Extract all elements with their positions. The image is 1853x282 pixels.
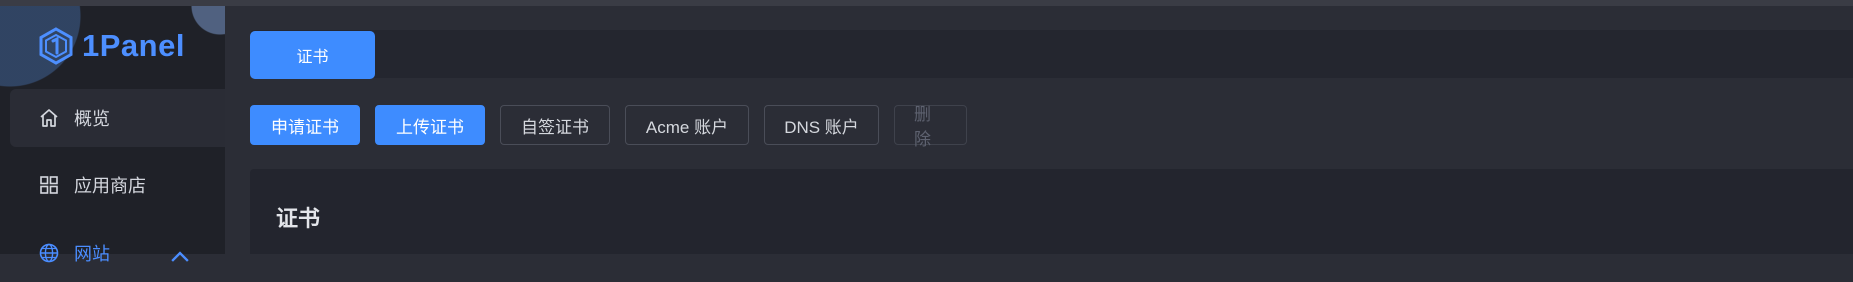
self-signed-certificate-button[interactable]: 自签证书 [500,105,610,145]
sidebar-item-overview[interactable]: 概览 [10,89,225,147]
main-content: 证书 申请证书 上传证书 自签证书 Acme 账户 DNS 账户 删除 证书 [225,6,1853,254]
apply-certificate-button[interactable]: 申请证书 [250,105,360,145]
card-title: 证书 [276,206,321,231]
delete-button: 删除 [894,105,967,149]
home-icon [40,109,58,127]
app-logo[interactable]: 1Panel [38,26,185,66]
sidebar-item-website[interactable]: 网站 [10,224,225,282]
logo-hexagon-icon [39,27,73,65]
dns-account-button[interactable]: DNS 账户 [764,105,879,145]
chevron-up-icon[interactable] [169,246,191,268]
sidebar-item-label: 应用商店 [74,176,146,196]
logo-text: 1Panel [82,28,185,63]
sidebar-item-label: 概览 [74,109,110,129]
certificate-card: 证书 [250,169,1853,254]
upload-certificate-button[interactable]: 上传证书 [375,105,485,145]
toolbar: 申请证书 上传证书 自签证书 Acme 账户 DNS 账户 删除 [250,105,967,149]
tab-certificates[interactable]: 证书 [250,31,375,79]
sidebar-item-app-store[interactable]: 应用商店 [10,156,225,214]
tab-bar [250,30,1853,78]
grid-icon [40,176,58,194]
globe-icon [39,243,59,263]
sidebar: 1Panel 概览 应用商店 网站 [0,6,225,264]
sidebar-item-label: 网站 [74,244,110,264]
acme-account-button[interactable]: Acme 账户 [625,105,749,145]
